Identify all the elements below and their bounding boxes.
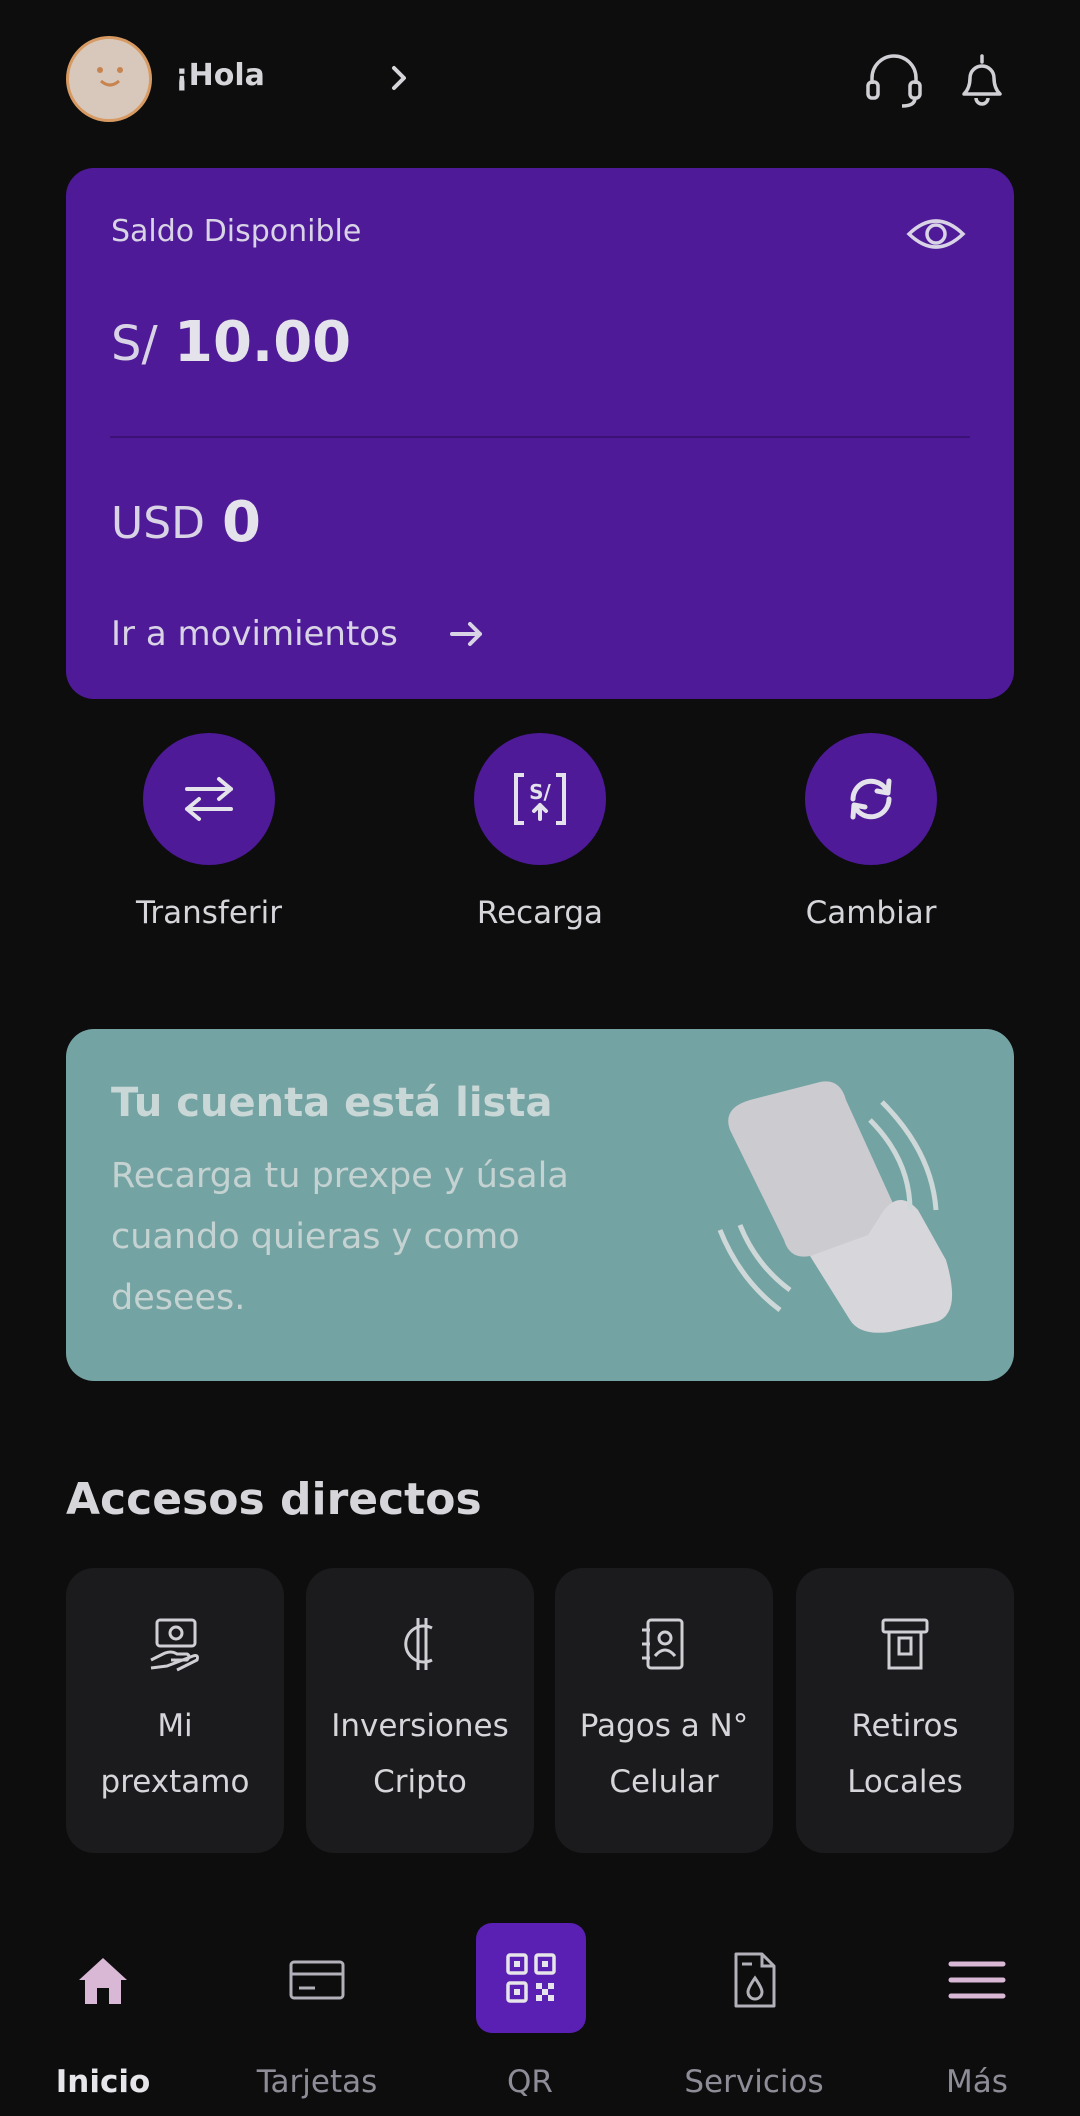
avatar-face-icon	[97, 67, 123, 87]
shortcut-phone-line1: Pagos a N°	[579, 1708, 749, 1744]
nav-cards-label: Tarjetas	[256, 2064, 378, 2100]
shortcut-loan[interactable]: Mi prextamo	[66, 1568, 284, 1853]
transfer-button[interactable]	[143, 733, 275, 865]
shortcut-withdrawals-line1: Retiros	[851, 1708, 959, 1744]
greeting-text[interactable]: ¡Hola	[175, 58, 265, 93]
pen-balance-amount: 10.00	[174, 310, 352, 375]
topup-button[interactable]: S/	[474, 733, 606, 865]
home-icon	[79, 1958, 127, 2004]
qr-button-background	[476, 1923, 586, 2033]
card-icon	[289, 1960, 345, 2000]
avatar[interactable]	[66, 36, 152, 122]
balance-label: Saldo Disponible	[111, 214, 362, 249]
usd-currency-prefix: USD	[111, 498, 206, 549]
nav-more[interactable]: Más	[887, 1920, 1067, 2100]
menu-icon	[948, 1961, 1006, 1999]
transfer-label: Transferir	[135, 895, 282, 931]
shortcut-withdrawals-line2: Locales	[847, 1764, 963, 1800]
exchange-label: Cambiar	[805, 895, 937, 931]
movements-link[interactable]: Ir a movimientos	[111, 614, 398, 654]
crypto-coin-icon	[404, 1618, 433, 1670]
nav-qr[interactable]: QR	[440, 1920, 620, 2100]
shortcut-local-withdrawals[interactable]: Retiros Locales	[796, 1568, 1014, 1853]
exchange-cycle-icon	[850, 778, 892, 820]
shortcut-phone-payments[interactable]: Pagos a N° Celular	[555, 1568, 773, 1853]
nav-cards[interactable]: Tarjetas	[227, 1920, 407, 2100]
card-divider	[110, 436, 970, 438]
svg-text:S/: S/	[529, 780, 551, 804]
bill-icon	[734, 1952, 776, 2008]
contact-book-icon	[642, 1618, 684, 1670]
contactless-card-hand-icon	[717, 1081, 953, 1333]
shortcut-loan-label: Mi prextamo	[66, 1698, 284, 1810]
eye-icon[interactable]	[905, 208, 967, 260]
promo-title: Tu cuenta está lista	[111, 1080, 553, 1126]
arrow-right-icon[interactable]	[448, 614, 488, 654]
shortcut-phone-line2: Celular	[609, 1764, 719, 1800]
shortcut-crypto-line1: Inversiones	[331, 1708, 509, 1744]
headset-icon[interactable]	[862, 48, 926, 112]
shortcut-withdrawals-label: Retiros Locales	[796, 1698, 1014, 1810]
nav-services[interactable]: Servicios	[664, 1920, 844, 2100]
chevron-right-icon[interactable]	[380, 58, 420, 98]
transfer-arrows-icon	[185, 777, 233, 821]
nav-qr-label: QR	[507, 2064, 553, 2100]
soles-topup-icon: S/	[514, 773, 566, 825]
atm-withdraw-icon	[881, 1618, 929, 1670]
shortcut-loan-line1: Mi	[157, 1708, 193, 1744]
usd-balance-amount: 0	[222, 490, 261, 555]
shortcut-loan-line2: prextamo	[100, 1764, 250, 1800]
nav-home[interactable]: Inicio	[13, 1920, 193, 2100]
topup-label: Recarga	[476, 895, 604, 931]
shortcut-crypto-label: Inversiones Cripto	[306, 1698, 534, 1810]
qr-icon	[506, 1953, 556, 2003]
exchange-button[interactable]	[805, 733, 937, 865]
shortcut-crypto[interactable]: Inversiones Cripto	[306, 1568, 534, 1853]
loan-hand-icon	[150, 1618, 199, 1672]
bell-icon[interactable]	[950, 48, 1014, 112]
promo-text: Recarga tu prexpe y úsala cuando quieras…	[111, 1156, 569, 1318]
shortcut-crypto-line2: Cripto	[373, 1764, 467, 1800]
pen-currency-prefix: S/	[111, 316, 158, 372]
shortcuts-title: Accesos directos	[66, 1474, 482, 1525]
nav-home-label: Inicio	[55, 2064, 151, 2100]
shortcut-phone-payments-label: Pagos a N° Celular	[555, 1698, 773, 1810]
nav-more-label: Más	[946, 2064, 1008, 2100]
nav-services-label: Servicios	[684, 2064, 824, 2100]
